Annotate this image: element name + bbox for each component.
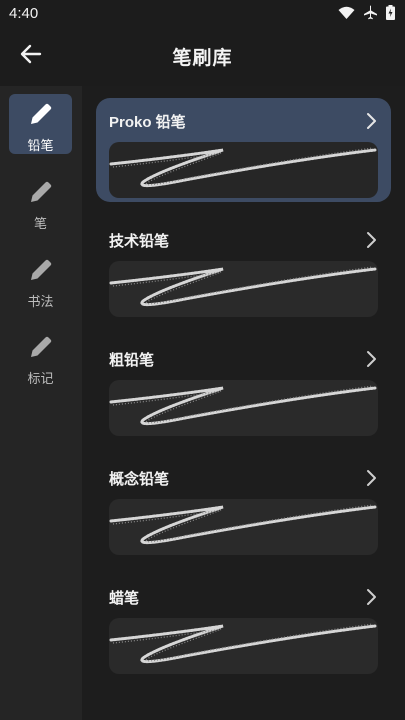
airplane-icon xyxy=(363,5,378,20)
pencil-icon xyxy=(27,100,55,133)
status-time: 4:40 xyxy=(9,5,39,22)
pencil-icon xyxy=(27,178,55,211)
sidebar-item-label: 铅笔 xyxy=(27,138,54,153)
status-bar: 4:40 xyxy=(0,0,405,28)
brush-card-proko-pencil[interactable]: Proko 铅笔 xyxy=(96,98,391,202)
sidebar-item-marker[interactable]: 标记 xyxy=(9,327,72,387)
brush-stroke-preview xyxy=(109,380,378,436)
sidebar-item-pen[interactable]: 笔 xyxy=(9,172,72,232)
pencil-icon xyxy=(27,256,55,289)
chevron-right-icon[interactable] xyxy=(365,111,377,136)
brush-stroke-preview xyxy=(109,499,378,555)
brush-stroke-preview xyxy=(109,261,378,317)
sidebar-item-pencil[interactable]: 铅笔 xyxy=(9,94,72,154)
battery-charging-icon xyxy=(386,5,395,20)
brush-stroke-preview xyxy=(109,618,378,674)
brush-name: Proko 铅笔 xyxy=(109,114,186,131)
brush-name: 技术铅笔 xyxy=(109,233,170,250)
brush-stroke-preview xyxy=(109,142,378,198)
stroke-sample xyxy=(109,504,377,545)
stroke-sample xyxy=(109,385,377,426)
chevron-right-icon[interactable] xyxy=(365,468,377,493)
stroke-sample xyxy=(109,266,377,307)
sidebar-item-calligraphy[interactable]: 书法 xyxy=(9,250,72,310)
wifi-icon xyxy=(338,6,355,20)
brush-name: 概念铅笔 xyxy=(109,471,170,488)
brush-card-crayon[interactable]: 蜡笔 xyxy=(96,574,391,678)
category-sidebar: 铅笔 笔 书法 标记 xyxy=(0,86,82,720)
brush-name: 蜡笔 xyxy=(109,590,140,607)
stroke-sample xyxy=(109,147,377,188)
pencil-icon xyxy=(27,333,55,366)
chevron-right-icon[interactable] xyxy=(365,230,377,255)
sidebar-item-label: 书法 xyxy=(27,294,54,309)
brush-card-concept-pencil[interactable]: 概念铅笔 xyxy=(96,455,391,559)
app-header: 笔刷库 xyxy=(0,28,405,84)
page-title: 笔刷库 xyxy=(172,48,233,69)
brush-card-technical-pencil[interactable]: 技术铅笔 xyxy=(96,217,391,321)
chevron-right-icon[interactable] xyxy=(365,587,377,612)
brush-list: Proko 铅笔 技术铅笔 粗铅笔 概念铅笔 蜡笔 xyxy=(82,86,405,720)
brush-card-thick-pencil[interactable]: 粗铅笔 xyxy=(96,336,391,440)
brush-name: 粗铅笔 xyxy=(109,352,155,369)
chevron-right-icon[interactable] xyxy=(365,349,377,374)
status-icons xyxy=(338,5,395,20)
stroke-sample xyxy=(109,623,377,664)
sidebar-item-label: 笔 xyxy=(33,216,47,231)
sidebar-item-label: 标记 xyxy=(27,371,54,386)
